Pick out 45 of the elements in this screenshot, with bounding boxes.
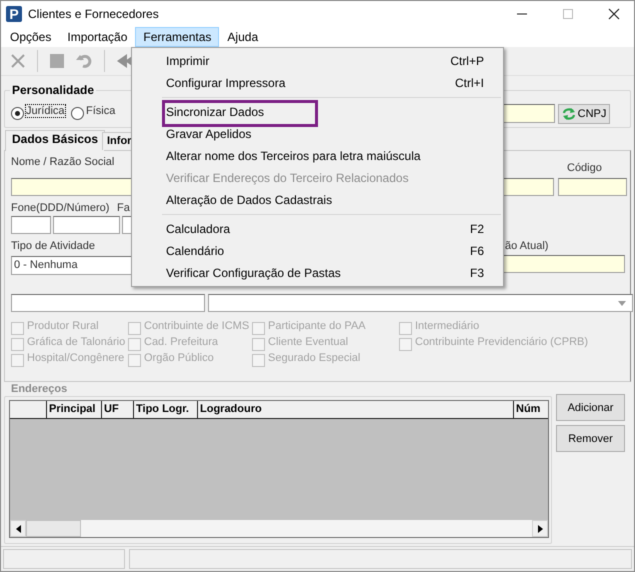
menu-item[interactable]: Sincronizar Dados (132, 101, 503, 123)
undo-icon[interactable] (76, 54, 92, 68)
menu-item[interactable]: Imprimir Ctrl+P (132, 50, 503, 72)
refresh-icon (562, 108, 576, 120)
radio-button[interactable] (71, 107, 84, 120)
action-button[interactable]: Remover (556, 425, 625, 452)
menu-bar-item[interactable]: Importação (59, 27, 136, 47)
dropdown-arrow-icon (618, 300, 626, 306)
menu-item[interactable]: Alteração de Dados Cadastrais (132, 189, 503, 211)
field-label: Nome / Razão Social (11, 156, 114, 168)
cnpj-button[interactable]: CNPJ (558, 104, 610, 124)
column-header[interactable]: Tipo Logr. (134, 401, 198, 418)
radio-label[interactable]: Jurídica (26, 105, 65, 117)
dropdown-field[interactable] (208, 294, 633, 312)
group-title: Personalidade (10, 83, 96, 97)
radio-label[interactable]: Física (86, 105, 116, 117)
column-header[interactable]: Núm (514, 401, 548, 418)
radio-button[interactable] (11, 107, 24, 120)
field-label: Tipo de Atividade (11, 240, 95, 252)
app-logo: P (6, 6, 22, 22)
menu-item[interactable]: Calculadora F2 (132, 218, 503, 240)
field-label: Fa (117, 202, 130, 214)
close-icon[interactable] (608, 8, 620, 20)
action-button[interactable]: Adicionar (556, 394, 625, 421)
field-label: ão Atual) (505, 240, 548, 252)
field-label: Código (567, 162, 602, 174)
menu-bar-item[interactable]: Opções (2, 27, 60, 47)
maximize-icon[interactable] (562, 8, 574, 20)
menu-bar-item[interactable]: Ferramentas (135, 27, 220, 47)
column-header[interactable]: Logradouro (198, 401, 514, 418)
group-title: Endereços (9, 383, 70, 396)
scroll-left-icon[interactable] (10, 520, 26, 537)
menu-item[interactable]: Configurar Impressora Ctrl+I (132, 72, 503, 94)
area-code-field[interactable] (11, 216, 51, 234)
column-header[interactable]: UF (102, 401, 134, 418)
scrollbar-thumb[interactable] (26, 520, 81, 537)
input-field[interactable] (11, 294, 205, 312)
tab[interactable]: Dados Básicos (5, 130, 105, 151)
scroll-right-icon[interactable] (532, 520, 548, 537)
phone-field[interactable] (53, 216, 120, 234)
code-field[interactable] (558, 178, 627, 196)
field-label: Fone(DDD/Número) (11, 202, 110, 214)
window-title: Clientes e Fornecedores (28, 7, 159, 21)
menu-bar-item[interactable]: Ajuda (219, 27, 266, 47)
column-header[interactable]: Principal (47, 401, 102, 418)
